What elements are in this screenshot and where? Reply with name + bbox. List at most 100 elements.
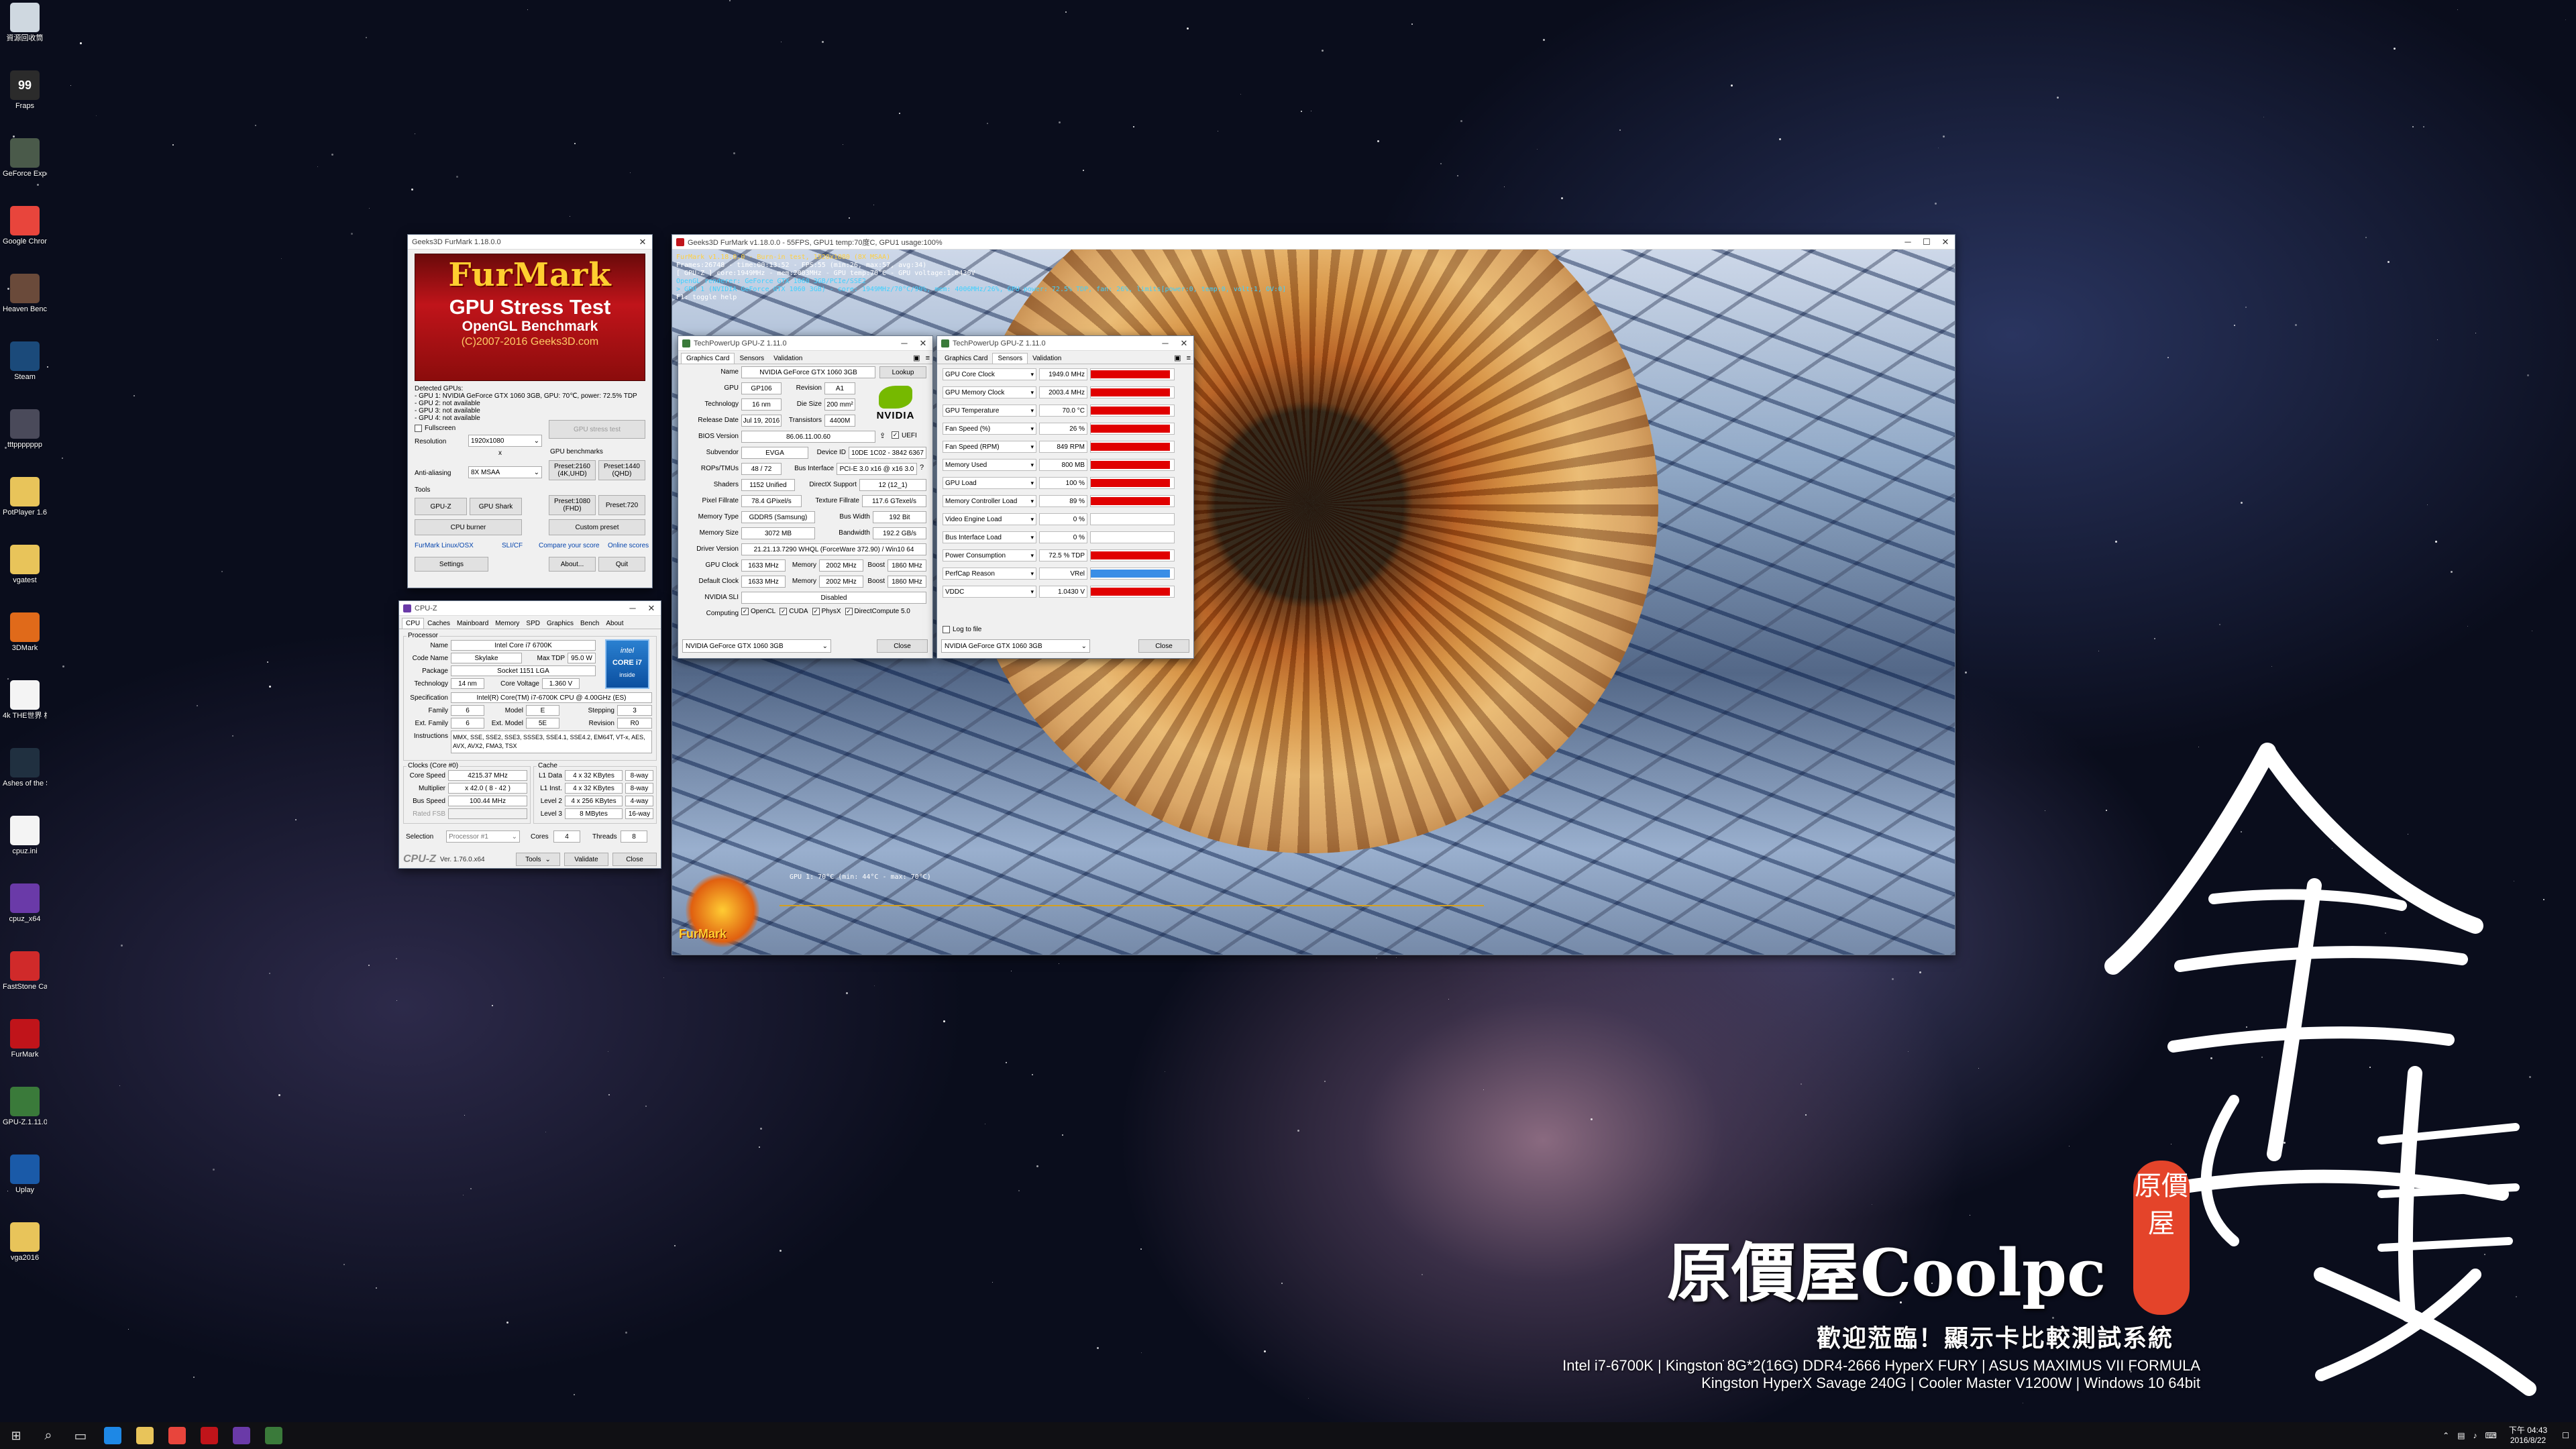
- desktop-icon[interactable]: 99 Fraps: [3, 70, 47, 110]
- minimize-icon[interactable]: ─: [1156, 336, 1175, 351]
- tab-memory[interactable]: Memory: [492, 619, 523, 629]
- menu-icon[interactable]: ≡: [923, 354, 932, 364]
- desktop-icon[interactable]: cpuz_x64: [3, 883, 47, 923]
- help-icon[interactable]: ?: [920, 464, 924, 472]
- about-button[interactable]: About...: [549, 557, 596, 572]
- maximize-icon[interactable]: ☐: [1917, 235, 1936, 250]
- sensor-name[interactable]: Bus Interface Load ▾: [943, 531, 1036, 543]
- preset-1440-button[interactable]: Preset:1440 (QHD): [598, 460, 645, 480]
- sensor-name[interactable]: PerfCap Reason ▾: [943, 568, 1036, 580]
- fullscreen-checkbox[interactable]: [415, 425, 422, 432]
- chevron-up-icon[interactable]: ⌃: [2438, 1431, 2453, 1440]
- lookup-button[interactable]: Lookup: [879, 366, 926, 378]
- network-icon[interactable]: ▤: [2453, 1431, 2469, 1440]
- close-button[interactable]: Close: [1138, 639, 1189, 653]
- desktop-icon[interactable]: Heaven Benchma...: [3, 274, 47, 313]
- sensor-name[interactable]: GPU Core Clock ▾: [943, 368, 1036, 380]
- tab-spd[interactable]: SPD: [523, 619, 543, 629]
- gpu-select[interactable]: NVIDIA GeForce GTX 1060 3GB ⌄: [941, 639, 1090, 653]
- processor-select[interactable]: Processor #1 ⌄: [446, 830, 520, 843]
- taskbar-app-icon[interactable]: [97, 1422, 129, 1449]
- desktop-icon[interactable]: Ashes of the Singularity: [3, 748, 47, 788]
- tab-bench[interactable]: Bench: [577, 619, 602, 629]
- close-button[interactable]: Close: [877, 639, 928, 653]
- notification-icon[interactable]: ☐: [2555, 1431, 2576, 1440]
- sensor-name[interactable]: Fan Speed (%) ▾: [943, 423, 1036, 435]
- gpuz-button[interactable]: GPU-Z: [415, 498, 467, 515]
- minimize-icon[interactable]: ─: [1898, 235, 1917, 250]
- cpu-burner-button[interactable]: CPU burner: [415, 519, 522, 535]
- tab-sensors[interactable]: Sensors: [992, 353, 1028, 364]
- validate-button[interactable]: Validate: [564, 853, 608, 866]
- gpu-select[interactable]: NVIDIA GeForce GTX 1060 3GB ⌄: [682, 639, 831, 653]
- antialiasing-select[interactable]: 8X MSAA ⌄: [468, 466, 542, 478]
- tab-validation[interactable]: Validation: [769, 354, 807, 364]
- sensor-name[interactable]: Memory Controller Load ▾: [943, 495, 1036, 507]
- desktop-icon[interactable]: GPU-Z.1.11.0.exe: [3, 1087, 47, 1126]
- menu-icon[interactable]: ≡: [1184, 354, 1193, 364]
- sli-cf-link[interactable]: SLI/CF: [502, 542, 523, 549]
- desktop-icon[interactable]: Uplay: [3, 1155, 47, 1194]
- sensor-name[interactable]: GPU Memory Clock ▾: [943, 386, 1036, 398]
- tab-graphics-card[interactable]: Graphics Card: [940, 354, 992, 364]
- tab-caches[interactable]: Caches: [424, 619, 453, 629]
- gpuz-titlebar[interactable]: TechPowerUp GPU-Z 1.11.0 ─ ✕: [678, 336, 932, 351]
- tab-cpu[interactable]: CPU: [402, 618, 425, 629]
- close-icon[interactable]: ✕: [914, 336, 932, 351]
- render-titlebar[interactable]: Geeks3D FurMark v1.18.0.0 - 55FPS, GPU1 …: [672, 235, 1955, 250]
- preset-1080-button[interactable]: Preset:1080 (FHD): [549, 495, 596, 515]
- tools-button[interactable]: Tools ⌄: [516, 853, 560, 866]
- online-scores-link[interactable]: Online scores: [608, 542, 649, 549]
- preset-720-button[interactable]: Preset:720: [598, 495, 645, 515]
- windows-start-icon[interactable]: ⊞: [0, 1422, 32, 1449]
- tab-mainboard[interactable]: Mainboard: [453, 619, 492, 629]
- desktop-icon[interactable]: Google Chrome: [3, 206, 47, 246]
- close-button[interactable]: Close: [612, 853, 657, 866]
- sensor-name[interactable]: Power Consumption ▾: [943, 549, 1036, 561]
- desktop-icon[interactable]: 3DMark: [3, 612, 47, 652]
- desktop-icon[interactable]: PotPlayer 1.6.59347...: [3, 477, 47, 517]
- sensor-name[interactable]: GPU Temperature ▾: [943, 405, 1036, 417]
- sensor-name[interactable]: GPU Load ▾: [943, 477, 1036, 489]
- minimize-icon[interactable]: ─: [623, 601, 642, 616]
- sensor-name[interactable]: Fan Speed (RPM) ▾: [943, 441, 1036, 453]
- desktop-icon[interactable]: tttppppppp: [3, 409, 47, 449]
- desktop-icon[interactable]: Steam: [3, 341, 47, 381]
- keyboard-icon[interactable]: ⌨: [2481, 1431, 2501, 1440]
- minimize-icon[interactable]: ─: [895, 336, 914, 351]
- share-icon[interactable]: ⇪: [879, 431, 885, 440]
- cpuz-titlebar[interactable]: CPU-Z ─ ✕: [399, 601, 661, 616]
- gpu-stress-test-button[interactable]: GPU stress test: [549, 420, 645, 439]
- preset-2160-button[interactable]: Preset:2160 (4K,UHD): [549, 460, 596, 480]
- compare-score-link[interactable]: Compare your score: [539, 542, 600, 549]
- close-icon[interactable]: ✕: [633, 235, 652, 250]
- sensor-name[interactable]: VDDC ▾: [943, 586, 1036, 598]
- volume-icon[interactable]: ♪: [2469, 1431, 2481, 1440]
- task-view-icon[interactable]: ▭: [64, 1422, 97, 1449]
- desktop-icon[interactable]: 資源回收筒: [3, 3, 47, 42]
- tab-about[interactable]: About: [602, 619, 627, 629]
- sensor-name[interactable]: Video Engine Load ▾: [943, 513, 1036, 525]
- desktop-icon[interactable]: FurMark: [3, 1019, 47, 1059]
- custom-preset-button[interactable]: Custom preset: [549, 519, 645, 535]
- desktop-icon[interactable]: FastStone Capture: [3, 951, 47, 991]
- close-icon[interactable]: ✕: [642, 601, 661, 616]
- close-icon[interactable]: ✕: [1175, 336, 1193, 351]
- tab-graphics-card[interactable]: Graphics Card: [681, 353, 735, 364]
- desktop-icon[interactable]: vgatest: [3, 545, 47, 584]
- gpu-shark-button[interactable]: GPU Shark: [470, 498, 522, 515]
- taskbar-app-icon[interactable]: [129, 1422, 161, 1449]
- log-checkbox[interactable]: [943, 626, 950, 633]
- close-icon[interactable]: ✕: [1936, 235, 1955, 250]
- furmark-linux-link[interactable]: FurMark Linux/OSX: [415, 542, 474, 549]
- taskbar-app-icon[interactable]: [225, 1422, 258, 1449]
- resolution-select[interactable]: 1920x1080 ⌄: [468, 435, 542, 447]
- log-to-file[interactable]: Log to file: [943, 626, 981, 633]
- tab-validation[interactable]: Validation: [1028, 354, 1066, 364]
- desktop-icon[interactable]: GeForce Experience: [3, 138, 47, 178]
- taskbar-app-icon[interactable]: [193, 1422, 225, 1449]
- tab-sensors[interactable]: Sensors: [735, 354, 769, 364]
- furmark-titlebar[interactable]: Geeks3D FurMark 1.18.0.0 ✕: [408, 235, 652, 250]
- camera-icon[interactable]: ▣: [910, 354, 922, 364]
- tab-graphics[interactable]: Graphics: [543, 619, 577, 629]
